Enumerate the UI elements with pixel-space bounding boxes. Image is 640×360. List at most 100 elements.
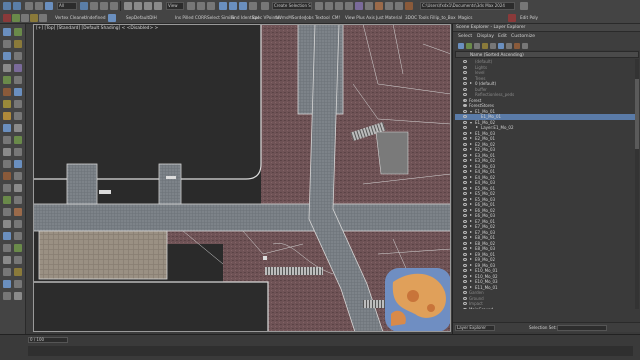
- tree-row[interactable]: MainGround: [455, 307, 635, 309]
- collapse-arrow-icon[interactable]: [476, 126, 478, 128]
- collapse-arrow-icon[interactable]: [470, 252, 472, 255]
- tool-icon[interactable]: [14, 148, 22, 156]
- explorer-type-dropdown[interactable]: Layer Explorer: [455, 325, 495, 331]
- tool-icon[interactable]: [3, 112, 11, 120]
- panel-titlebar[interactable]: Scene Explorer - Layer Explorer: [453, 24, 640, 32]
- filter-icon[interactable]: [474, 43, 480, 49]
- display-icon[interactable]: [3, 52, 11, 60]
- visibility-eye-icon[interactable]: [463, 71, 467, 74]
- create-icon[interactable]: [3, 28, 11, 36]
- filter-icon[interactable]: [458, 43, 464, 49]
- move-icon[interactable]: [124, 2, 132, 10]
- script-button[interactable]: Jobs Textool: [305, 15, 330, 20]
- script-button[interactable]: 3DOC Tools: [405, 15, 429, 20]
- collapse-arrow-icon[interactable]: [470, 208, 472, 211]
- collapse-arrow-icon[interactable]: [470, 82, 472, 84]
- collapse-arrow-icon[interactable]: [470, 153, 472, 156]
- rendered-frame-icon[interactable]: [395, 2, 403, 10]
- collapse-arrow-icon[interactable]: [470, 159, 472, 161]
- collapse-arrow-icon[interactable]: [470, 274, 472, 277]
- tool-icon[interactable]: [3, 256, 11, 264]
- visibility-eye-icon[interactable]: [463, 285, 467, 289]
- tree-scrollbar[interactable]: [635, 59, 639, 309]
- collapse-arrow-icon[interactable]: [470, 219, 472, 222]
- expand-arrow-icon[interactable]: [470, 121, 472, 124]
- visibility-eye-icon[interactable]: [463, 307, 467, 309]
- visibility-eye-icon[interactable]: [463, 302, 467, 305]
- collapse-arrow-icon[interactable]: [470, 214, 472, 216]
- tool-icon[interactable]: [14, 64, 22, 72]
- collapse-arrow-icon[interactable]: [470, 225, 472, 227]
- tool-icon[interactable]: [14, 160, 22, 168]
- menu-display[interactable]: Display: [477, 34, 494, 39]
- visibility-eye-icon[interactable]: [463, 219, 467, 223]
- tool-icon[interactable]: [3, 184, 11, 192]
- visibility-eye-icon[interactable]: [463, 93, 467, 96]
- visibility-eye-icon[interactable]: [463, 296, 467, 300]
- toggle-ribbon-icon[interactable]: [345, 2, 353, 10]
- tool-icon[interactable]: [3, 196, 11, 204]
- reference-coord-dropdown[interactable]: View: [166, 2, 184, 10]
- track-bar[interactable]: [28, 346, 633, 356]
- project-folder-icon[interactable]: [520, 2, 528, 10]
- project-path-field[interactable]: C:\Users\fxdx1\Documents\3ds Max 2024: [420, 2, 515, 10]
- collapse-arrow-icon[interactable]: [470, 175, 472, 178]
- layer-explorer-icon[interactable]: [335, 2, 343, 10]
- visibility-eye-icon[interactable]: [463, 274, 467, 278]
- tool-icon[interactable]: [3, 148, 11, 156]
- tool-icon[interactable]: [14, 292, 22, 300]
- tool-icon[interactable]: [3, 136, 11, 144]
- tool-icon[interactable]: [14, 112, 22, 120]
- script-icon[interactable]: [30, 14, 38, 22]
- script-icon[interactable]: [21, 14, 29, 22]
- undo-icon[interactable]: [3, 2, 11, 10]
- visibility-eye-icon[interactable]: [463, 98, 467, 102]
- collapse-arrow-icon[interactable]: [470, 181, 472, 183]
- edit-named-selection-icon[interactable]: [261, 2, 269, 10]
- render-icon[interactable]: [405, 2, 413, 10]
- visibility-eye-icon[interactable]: [463, 269, 467, 272]
- filter-icon[interactable]: [514, 43, 520, 49]
- script-icon[interactable]: [39, 14, 47, 22]
- collapse-arrow-icon[interactable]: [470, 186, 472, 189]
- visibility-eye-icon[interactable]: [463, 252, 467, 256]
- filter-icon[interactable]: [506, 43, 512, 49]
- collapse-arrow-icon[interactable]: [470, 230, 472, 233]
- tool-icon[interactable]: [3, 220, 11, 228]
- angle-snap-icon[interactable]: [229, 2, 237, 10]
- visibility-eye-icon[interactable]: [463, 192, 467, 195]
- unlink-icon[interactable]: [35, 2, 43, 10]
- script-button[interactable]: UVmsMSorder: [276, 15, 306, 20]
- tool-icon[interactable]: [3, 244, 11, 252]
- script-button[interactable]: Edit Poly: [520, 15, 538, 20]
- tool-icon[interactable]: [14, 124, 22, 132]
- named-selection-sets[interactable]: Create Selection Set: [272, 2, 312, 10]
- script-icon[interactable]: [3, 14, 11, 22]
- viewport-label[interactable]: [+] [Top] [Standard] [Default Shading] <…: [36, 26, 158, 31]
- spinner-snap-icon[interactable]: [249, 2, 257, 10]
- workspace-label[interactable]: Vertex Cleaner: [55, 15, 86, 20]
- hierarchy-icon[interactable]: [3, 40, 11, 48]
- tool-icon[interactable]: [14, 268, 22, 276]
- script-button[interactable]: Fillip_to_Box: [430, 15, 456, 20]
- schematic-view-icon[interactable]: [365, 2, 373, 10]
- tool-icon[interactable]: [3, 88, 11, 96]
- tool-icon[interactable]: [3, 100, 11, 108]
- selection-filter-dropdown[interactable]: All: [57, 2, 77, 10]
- visibility-eye-icon[interactable]: [463, 137, 467, 140]
- collapse-arrow-icon[interactable]: [470, 148, 472, 150]
- visibility-eye-icon[interactable]: [463, 142, 467, 146]
- tool-icon[interactable]: [14, 232, 22, 240]
- tool-icon[interactable]: [14, 280, 22, 288]
- rotate-icon[interactable]: [134, 2, 142, 10]
- collapse-arrow-icon[interactable]: [470, 170, 472, 172]
- script-icon[interactable]: [12, 14, 20, 22]
- render-setup-icon[interactable]: [385, 2, 393, 10]
- filter-icon[interactable]: [490, 43, 496, 49]
- align-icon[interactable]: [325, 2, 333, 10]
- collapse-arrow-icon[interactable]: [470, 164, 472, 167]
- visibility-eye-icon[interactable]: [463, 181, 467, 184]
- tool-icon[interactable]: [3, 208, 11, 216]
- filter-icon[interactable]: [498, 43, 504, 49]
- visibility-eye-icon[interactable]: [463, 148, 467, 151]
